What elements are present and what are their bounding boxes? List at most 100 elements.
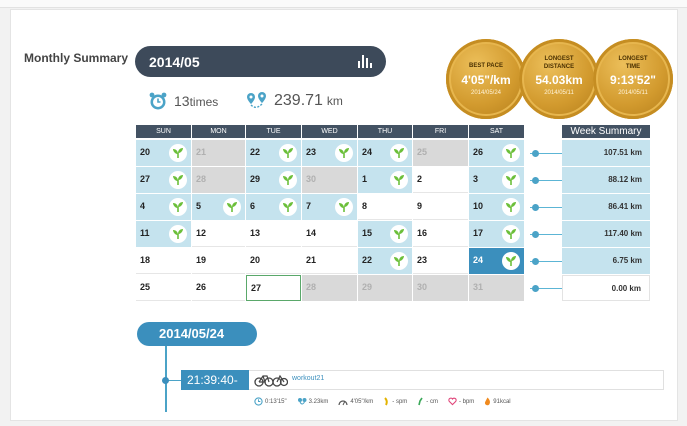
calendar-day[interactable]: 19 [192, 248, 245, 274]
calendar-day[interactable]: 25 [136, 275, 191, 301]
calendar-day[interactable]: 11 [136, 221, 191, 247]
calendar-day[interactable]: 28 [302, 275, 357, 301]
calendar-day[interactable]: 30 [413, 275, 468, 301]
medal-badge: LONGEST DISTANCE 54.03km 2014/05/11 [519, 39, 599, 119]
calendar-day[interactable]: 23 [413, 248, 468, 274]
calendar-day[interactable]: 17 [469, 221, 524, 247]
calendar-day[interactable]: 14 [302, 221, 357, 247]
calendar-day[interactable]: 26 [192, 275, 245, 301]
calendar-day-number: 27 [251, 283, 262, 293]
clock-icon [254, 396, 265, 408]
weekday-header: FRI [413, 125, 468, 138]
stat-value: - cm [426, 399, 438, 405]
calendar-day-number: 21 [306, 255, 317, 265]
calendar-day[interactable]: 30 [302, 167, 357, 193]
calendar-day[interactable]: 18 [136, 248, 191, 274]
week-summary-value[interactable]: 117.40 km [562, 221, 650, 247]
calendar-day[interactable]: 29 [246, 167, 301, 193]
week-summary-value[interactable]: 107.51 km [562, 140, 650, 166]
bar-chart-icon[interactable] [357, 53, 373, 68]
calendar-day-number: 3 [473, 174, 479, 184]
leaf-icon [390, 171, 408, 189]
stat-value: 3.23km [308, 399, 329, 405]
calendar-day-number: 9 [417, 201, 423, 211]
calendar-day-number: 25 [417, 147, 428, 157]
calendar-day[interactable]: 6 [246, 194, 301, 220]
medal-date: 2014/05/11 [618, 90, 648, 96]
calendar-day-number: 27 [140, 174, 151, 184]
calendar-day[interactable]: 12 [192, 221, 245, 247]
calendar-day[interactable]: 22 [246, 140, 301, 166]
distance-pin-icon [297, 397, 309, 408]
calendar-day[interactable]: 20 [136, 140, 191, 166]
month-selector[interactable]: 2014/05 [135, 46, 386, 77]
calendar-day-number: 11 [140, 228, 150, 238]
calendar-day-number: 5 [196, 201, 202, 211]
calendar-day[interactable]: 15 [358, 221, 412, 247]
leaf-icon [502, 252, 520, 270]
calendar-day[interactable]: 8 [358, 194, 412, 220]
workout-name[interactable]: workout21 [292, 375, 324, 382]
calendar-day-number: 25 [140, 282, 151, 292]
calendar-day[interactable]: 24 [469, 248, 524, 274]
stat-value: - spm [392, 399, 408, 405]
calendar-day[interactable]: 7 [302, 194, 357, 220]
calendar-day[interactable]: 13 [246, 221, 301, 247]
week-summary-value[interactable]: 88.12 km [562, 167, 650, 193]
week-summary-value[interactable]: 0.00 km [562, 275, 650, 301]
calendar-day[interactable]: 20 [246, 248, 301, 274]
calendar-day[interactable]: 4 [136, 194, 191, 220]
stat-item: - spm [383, 396, 408, 408]
leaf-icon [502, 144, 520, 162]
calendar-day-number: 22 [250, 147, 261, 157]
week-connector-dot [532, 177, 539, 184]
selected-date[interactable]: 2014/05/24 [137, 322, 257, 346]
stat-value: 91kcal [493, 399, 511, 405]
calendar-day[interactable]: 29 [358, 275, 412, 301]
calendar-day-number: 14 [306, 228, 317, 238]
workout-time[interactable]: 21:39:40- [181, 370, 249, 390]
leaf-icon [169, 225, 187, 243]
calendar-day[interactable]: 21 [192, 140, 245, 166]
medal-badge: BEST PACE 4'05"/km 2014/05/24 [446, 39, 526, 119]
flame-icon [484, 397, 493, 408]
calendar-day[interactable]: 25 [413, 140, 468, 166]
calendar-day[interactable]: 24 [358, 140, 412, 166]
weekday-header: THU [358, 125, 412, 138]
week-summary-value[interactable]: 6.75 km [562, 248, 650, 274]
calendar-day-number: 26 [196, 282, 207, 292]
weekday-header: MON [192, 125, 245, 138]
calendar-day[interactable]: 31 [469, 275, 524, 301]
calendar-day[interactable]: 2 [413, 167, 468, 193]
calendar-day-number: 23 [306, 147, 317, 157]
calendar-day-number: 30 [417, 282, 428, 292]
calendar-day[interactable]: 16 [413, 221, 468, 247]
stat-item: 3.23km [297, 397, 329, 408]
stat-item: 0:13'15" [254, 396, 287, 408]
calendar-day-number: 30 [306, 174, 317, 184]
week-summary-value[interactable]: 86.41 km [562, 194, 650, 220]
calendar-day[interactable]: 1 [358, 167, 412, 193]
calendar-day[interactable]: 22 [358, 248, 412, 274]
calendar-day[interactable]: 3 [469, 167, 524, 193]
stat-value: - bpm [458, 399, 475, 405]
calendar-day-number: 18 [140, 255, 151, 265]
calendar-day[interactable]: 10 [469, 194, 524, 220]
calendar-day[interactable]: 23 [302, 140, 357, 166]
calendar-day[interactable]: 28 [192, 167, 245, 193]
stat-value: 4'05"/km [350, 399, 374, 405]
calendar-day[interactable]: 27 [136, 167, 191, 193]
calendar-day[interactable]: 21 [302, 248, 357, 274]
calendar-day-number: 20 [140, 147, 151, 157]
stat-item: 91kcal [484, 397, 511, 408]
calendar-day[interactable]: 26 [469, 140, 524, 166]
calendar-day[interactable]: 9 [413, 194, 468, 220]
leaf-icon [390, 144, 408, 162]
calendar-day[interactable]: 5 [192, 194, 245, 220]
stat-item: - bpm [448, 397, 474, 408]
calendar-day-number: 24 [362, 147, 373, 157]
week-connector-dot [532, 231, 539, 238]
calendar-day[interactable]: 27 [246, 275, 301, 301]
page-title: Monthly Summary [24, 51, 129, 65]
week-connector-dot [532, 258, 539, 265]
